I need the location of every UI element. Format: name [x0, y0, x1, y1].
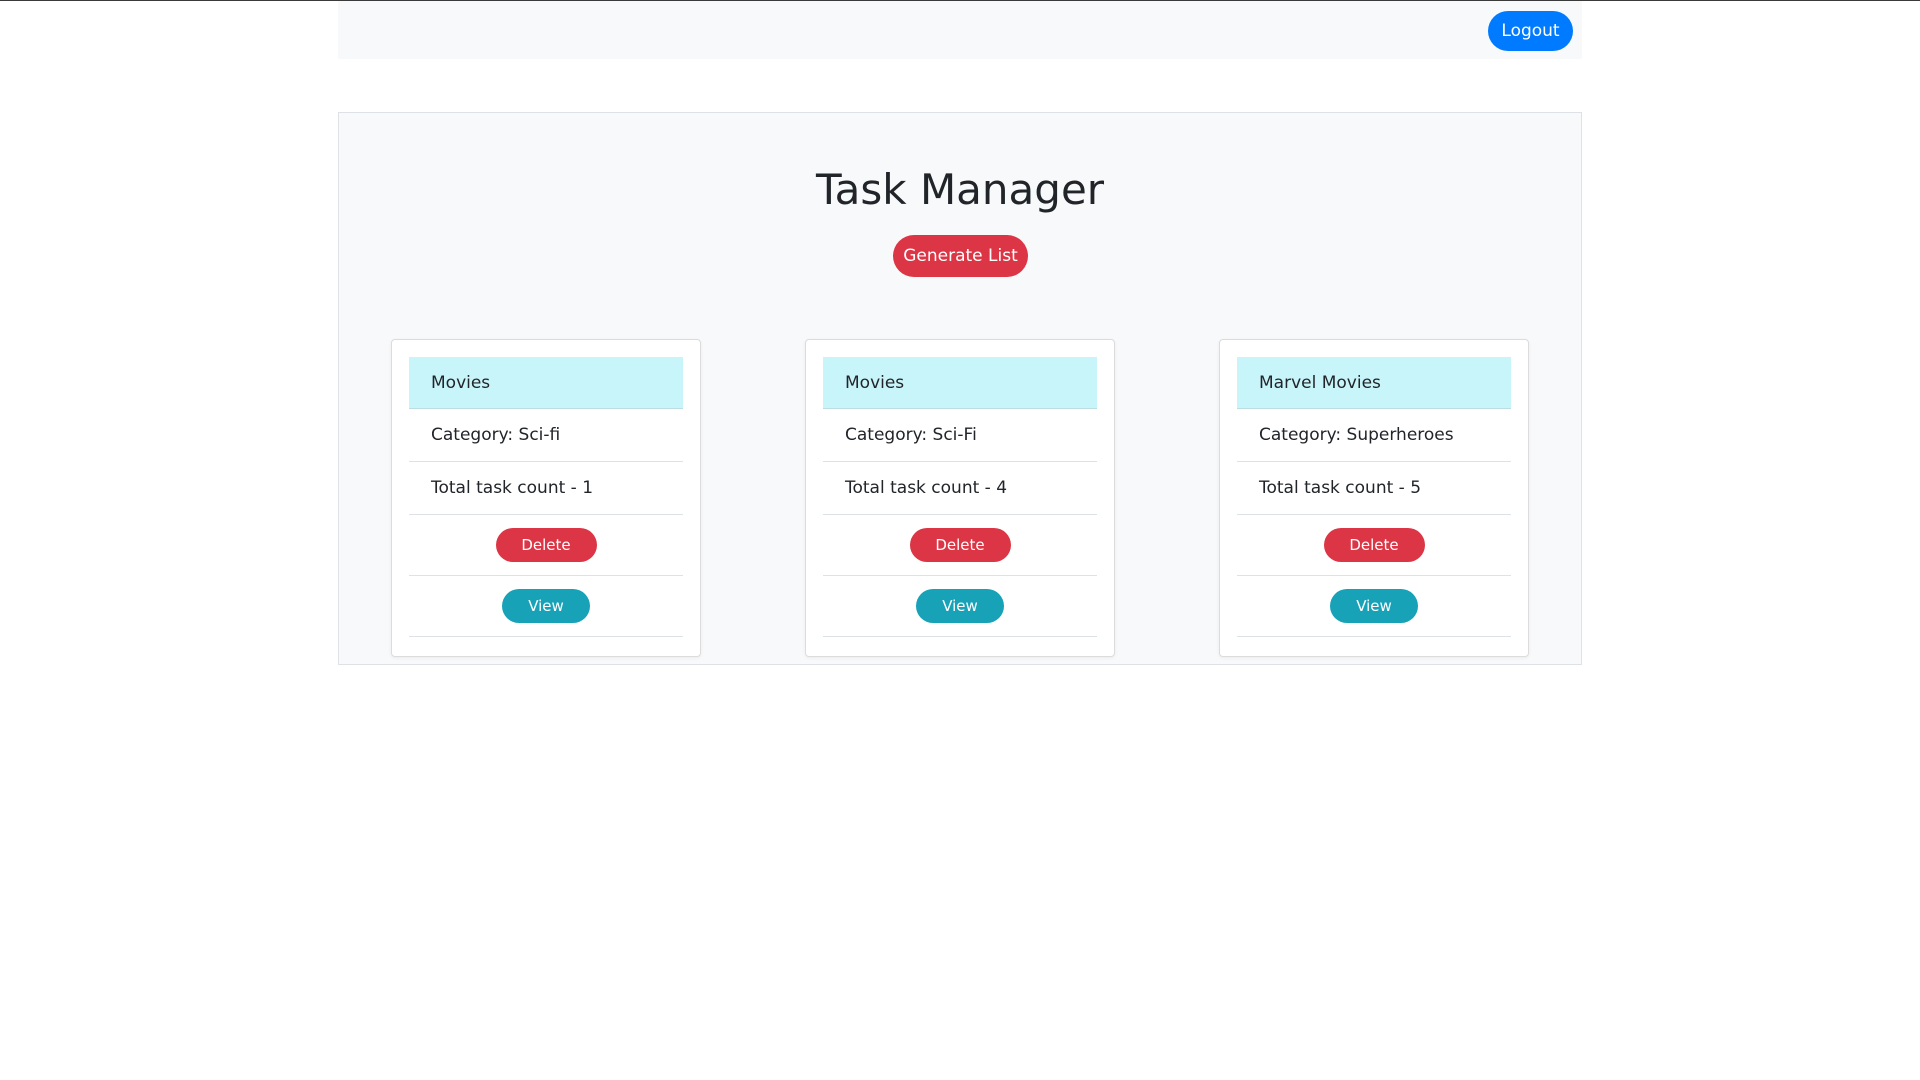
- task-list-card: Movies Category: Sci-fi Total task count…: [391, 339, 701, 657]
- card-view-row: View: [823, 576, 1097, 637]
- card-task-count: Total task count - 5: [1237, 462, 1511, 515]
- view-button[interactable]: View: [1330, 589, 1418, 623]
- task-list-card: Marvel Movies Category: Superheroes Tota…: [1219, 339, 1529, 657]
- delete-button[interactable]: Delete: [495, 528, 597, 562]
- card-category: Category: Superheroes: [1237, 409, 1511, 462]
- view-button[interactable]: View: [916, 589, 1004, 623]
- card-category: Category: Sci-Fi: [823, 409, 1097, 462]
- card-view-row: View: [409, 576, 683, 637]
- card-list-group: Movies Category: Sci-Fi Total task count…: [823, 357, 1097, 637]
- view-button[interactable]: View: [502, 589, 590, 623]
- logout-button[interactable]: Logout: [1488, 11, 1573, 51]
- card-title: Movies: [823, 357, 1097, 409]
- page-title: Task Manager: [815, 165, 1105, 214]
- main-panel: Task Manager Generate List Movies Catego…: [338, 112, 1582, 665]
- card-task-count: Total task count - 1: [409, 462, 683, 515]
- card-title: Movies: [409, 357, 683, 409]
- card-list-group: Movies Category: Sci-fi Total task count…: [409, 357, 683, 637]
- delete-button[interactable]: Delete: [1323, 528, 1425, 562]
- card-task-count: Total task count - 4: [823, 462, 1097, 515]
- delete-button[interactable]: Delete: [909, 528, 1011, 562]
- card-list-group: Marvel Movies Category: Superheroes Tota…: [1237, 357, 1511, 637]
- generate-list-button[interactable]: Generate List: [893, 235, 1028, 277]
- card-delete-row: Delete: [1237, 515, 1511, 576]
- card-title: Marvel Movies: [1237, 357, 1511, 409]
- task-list-card: Movies Category: Sci-Fi Total task count…: [805, 339, 1115, 657]
- navbar: Logout: [338, 1, 1582, 59]
- card-delete-row: Delete: [409, 515, 683, 576]
- card-view-row: View: [1237, 576, 1511, 637]
- card-delete-row: Delete: [823, 515, 1097, 576]
- card-category: Category: Sci-fi: [409, 409, 683, 462]
